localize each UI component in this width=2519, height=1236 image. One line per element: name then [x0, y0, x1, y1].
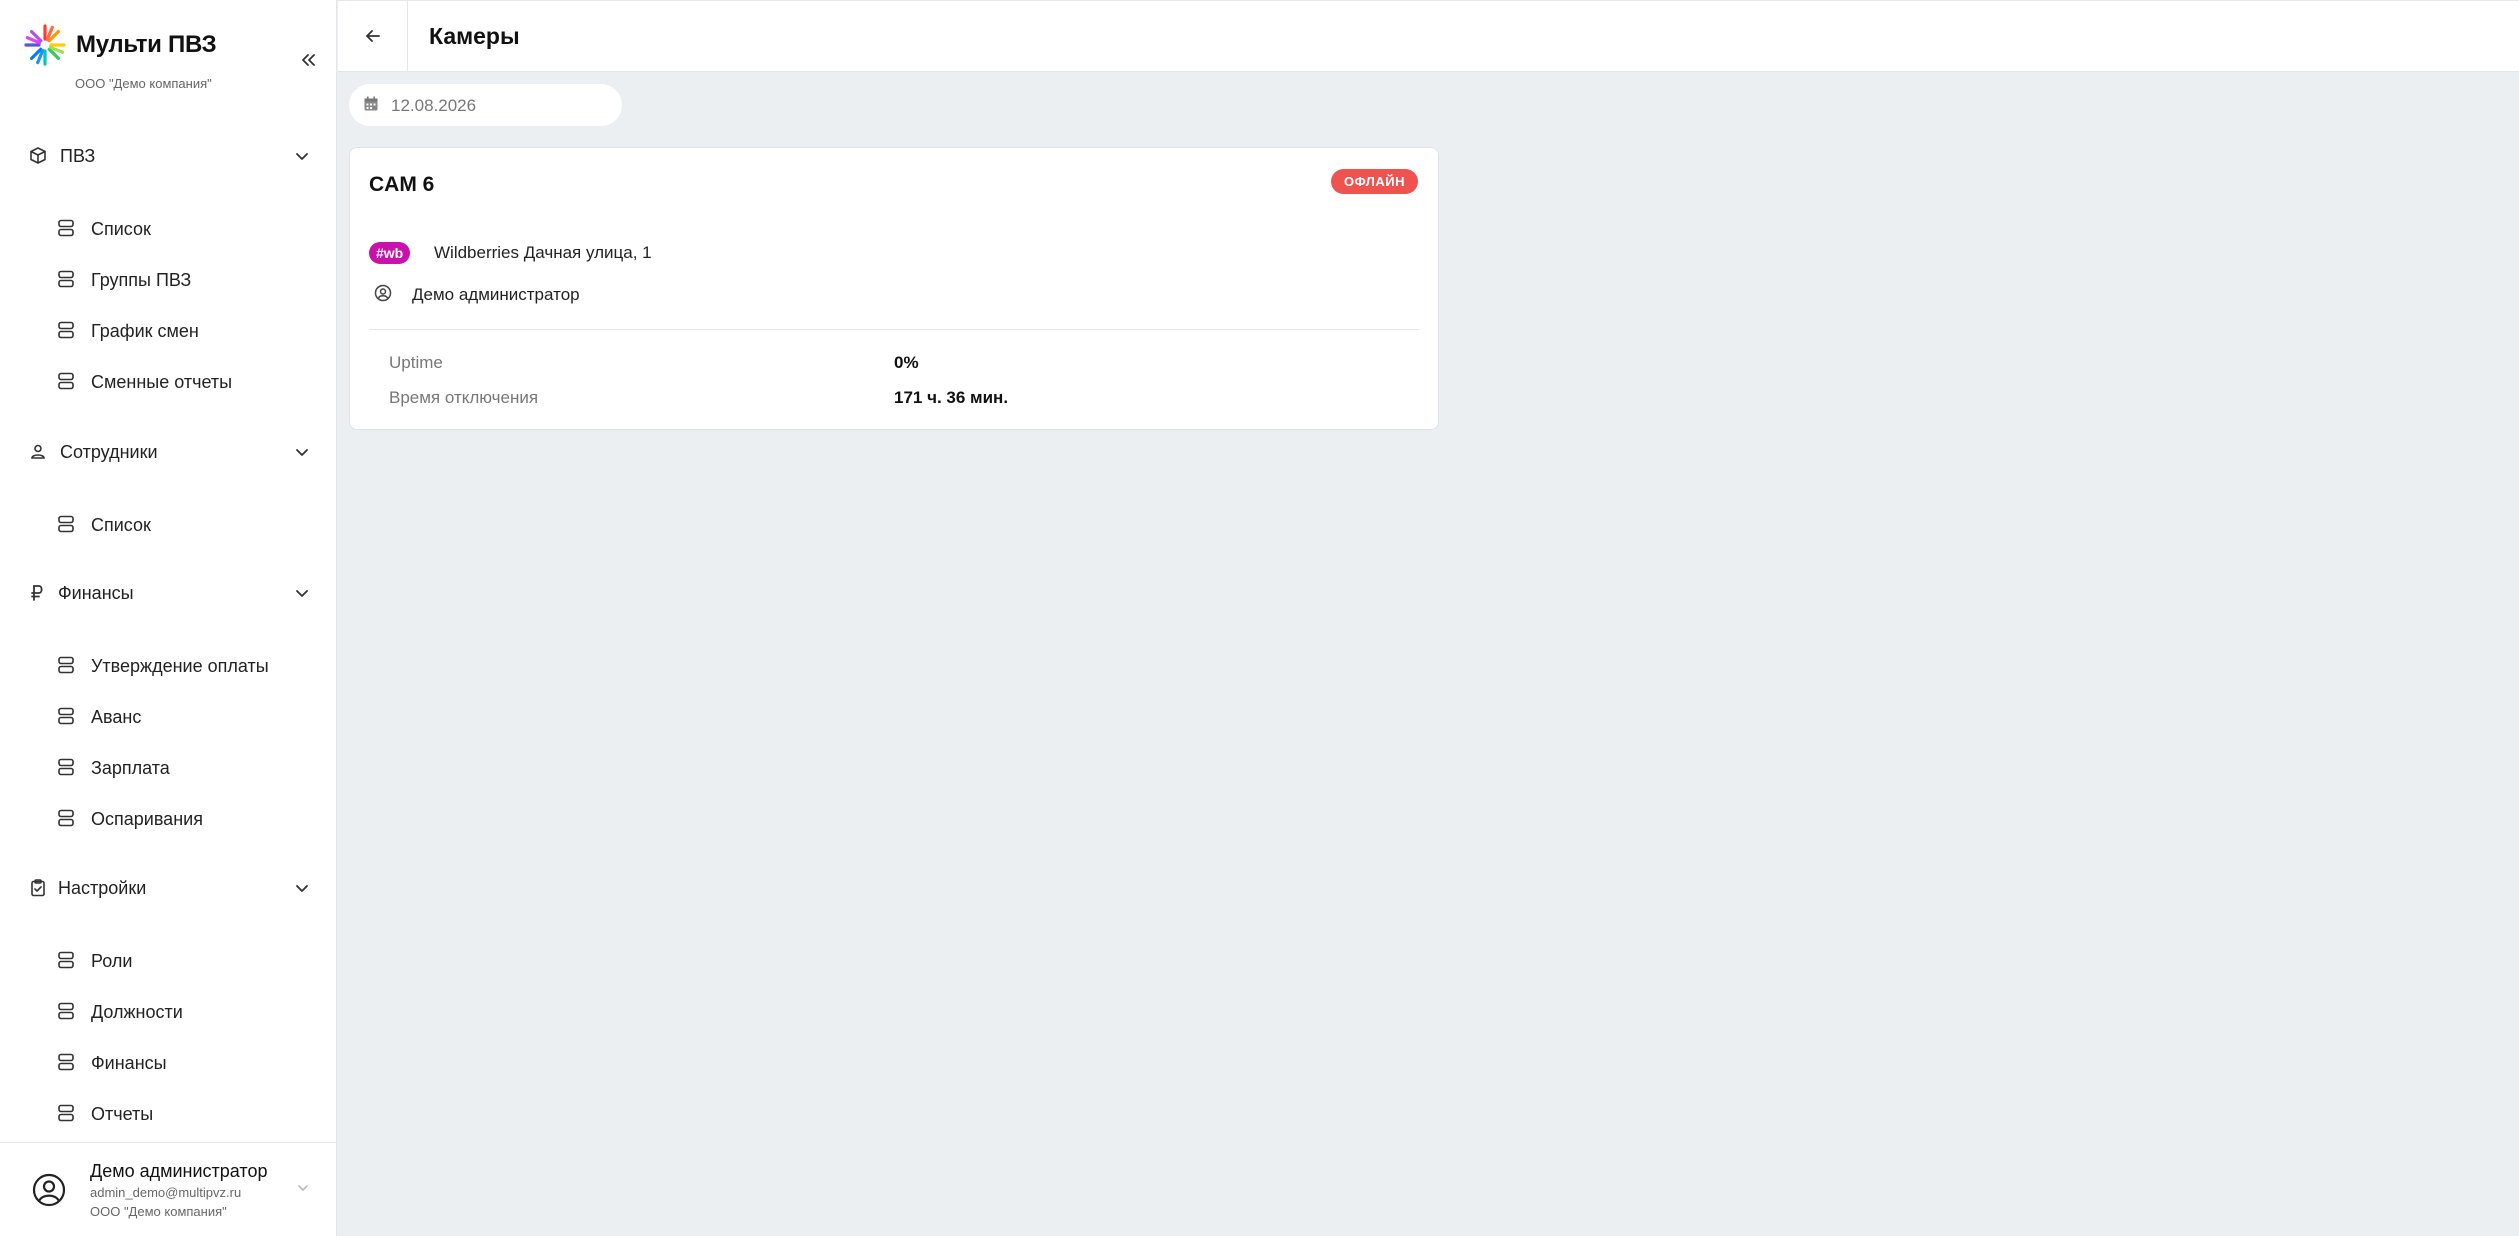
collapse-sidebar-icon[interactable]: [296, 48, 320, 72]
sidebar-item-advance[interactable]: Аванс: [0, 698, 337, 738]
nav-section-employees[interactable]: Сотрудники: [0, 430, 337, 474]
list-icon: [58, 1104, 74, 1122]
chevron-down-icon: [296, 590, 308, 597]
nav-section-finance[interactable]: Финансы: [0, 571, 337, 615]
sidebar-item-label: Зарплата: [91, 758, 170, 778]
sidebar-item-settings-finance[interactable]: Финансы: [0, 1044, 337, 1084]
list-icon: [58, 1053, 74, 1071]
list-icon: [58, 219, 74, 237]
back-button[interactable]: [338, 1, 408, 72]
uptime-value: 0%: [894, 353, 919, 372]
nav-section-label: ПВЗ: [60, 146, 96, 166]
sidebar-item-label: Должности: [91, 1002, 183, 1022]
sidebar-item-shift-reports[interactable]: Сменные отчеты: [0, 363, 337, 403]
nav-section-label: Финансы: [58, 583, 134, 603]
brand[interactable]: Мульти ПВЗ: [24, 24, 217, 66]
list-icon: [58, 270, 74, 288]
user-menu[interactable]: Демо администратор admin_demo@multipvz.r…: [0, 1143, 337, 1236]
list-icon: [58, 515, 74, 533]
brand-name: Мульти ПВЗ: [76, 31, 217, 58]
box-icon: [30, 147, 46, 164]
sidebar-item-label: Группы ПВЗ: [91, 270, 192, 290]
sidebar-item-pvz-groups[interactable]: Группы ПВЗ: [0, 261, 337, 301]
marketplace-tag: #wb: [369, 242, 411, 264]
nav-section-settings[interactable]: Настройки: [0, 866, 337, 910]
sidebar: Мульти ПВЗ ООО "Демо компания" ПВЗ Списо…: [0, 0, 337, 1236]
chevron-down-icon: [296, 885, 308, 892]
card-divider: [369, 329, 1419, 330]
sidebar-item-label: Аванс: [91, 707, 142, 727]
sidebar-item-label: Оспаривания: [91, 809, 203, 829]
sidebar-item-label: Список: [91, 515, 151, 535]
sidebar-item-label: Отчеты: [91, 1104, 154, 1124]
sidebar-item-pvz-list[interactable]: Список: [0, 210, 337, 250]
user-email: admin_demo@multipvz.ru: [90, 1185, 242, 1200]
user-circle-icon: [374, 284, 392, 302]
downtime-label: Время отключения: [389, 388, 539, 407]
date-picker[interactable]: 12.08.2026: [349, 84, 622, 126]
list-icon: [58, 809, 74, 827]
sidebar-item-label: График смен: [91, 321, 199, 341]
sidebar-item-shift-schedule[interactable]: График смен: [0, 312, 337, 352]
chevron-down-icon: [296, 153, 308, 160]
list-icon: [58, 321, 74, 339]
user-name: Демо администратор: [90, 1161, 268, 1181]
sidebar-item-label: Список: [91, 219, 151, 239]
list-icon: [58, 758, 74, 776]
sidebar-item-reports[interactable]: Отчеты: [0, 1095, 337, 1135]
list-icon: [58, 656, 74, 674]
camera-name: CAM 6: [369, 173, 435, 196]
sidebar-item-positions[interactable]: Должности: [0, 993, 337, 1033]
avatar-icon: [32, 1173, 66, 1207]
admin-name: Демо администратор: [412, 285, 580, 304]
nav-section-label: Сотрудники: [60, 442, 158, 462]
sidebar-item-employees-list[interactable]: Список: [0, 506, 337, 546]
downtime-value: 171 ч. 36 мин.: [894, 388, 1009, 407]
person-icon: [31, 444, 45, 459]
camera-card[interactable]: CAM 6 ОФЛАЙН #wb Wildberries Дачная улиц…: [349, 147, 1439, 430]
list-icon: [58, 951, 74, 969]
uptime-label: Uptime: [389, 353, 443, 372]
pvz-address[interactable]: Wildberries Дачная улица, 1: [434, 243, 652, 263]
nav-section-label: Настройки: [58, 878, 147, 898]
sidebar-item-label: Сменные отчеты: [91, 372, 233, 392]
user-company: ООО "Демо компания": [90, 1204, 227, 1219]
sidebar-item-salary[interactable]: Зарплата: [0, 749, 337, 789]
chevron-down-icon: [296, 449, 308, 456]
sidebar-item-roles[interactable]: Роли: [0, 942, 337, 982]
sidebar-item-label: Финансы: [91, 1053, 167, 1073]
nav-section-pvz[interactable]: ПВЗ: [0, 134, 337, 178]
list-icon: [58, 1002, 74, 1020]
sidebar-item-label: Роли: [91, 951, 133, 971]
status-badge: ОФЛАЙН: [1331, 169, 1418, 194]
arrow-left-icon: [366, 30, 380, 42]
list-icon: [58, 707, 74, 725]
list-icon: [58, 372, 74, 390]
brand-company: ООО "Демо компания": [75, 76, 212, 91]
sidebar-item-payment-approval[interactable]: Утверждение оплаты: [0, 647, 337, 687]
chevron-down-icon: [298, 1185, 308, 1191]
date-value: 12.08.2026: [391, 96, 477, 115]
sidebar-item-label: Утверждение оплаты: [91, 656, 269, 676]
logo-icon: [24, 24, 66, 66]
calendar-icon: [364, 96, 378, 111]
page-header: Камеры: [338, 0, 2519, 72]
clipboard-icon: [31, 879, 45, 897]
sidebar-item-disputes[interactable]: Оспаривания: [0, 800, 337, 840]
page-title: Камеры: [429, 23, 520, 49]
ruble-icon: [31, 585, 43, 601]
